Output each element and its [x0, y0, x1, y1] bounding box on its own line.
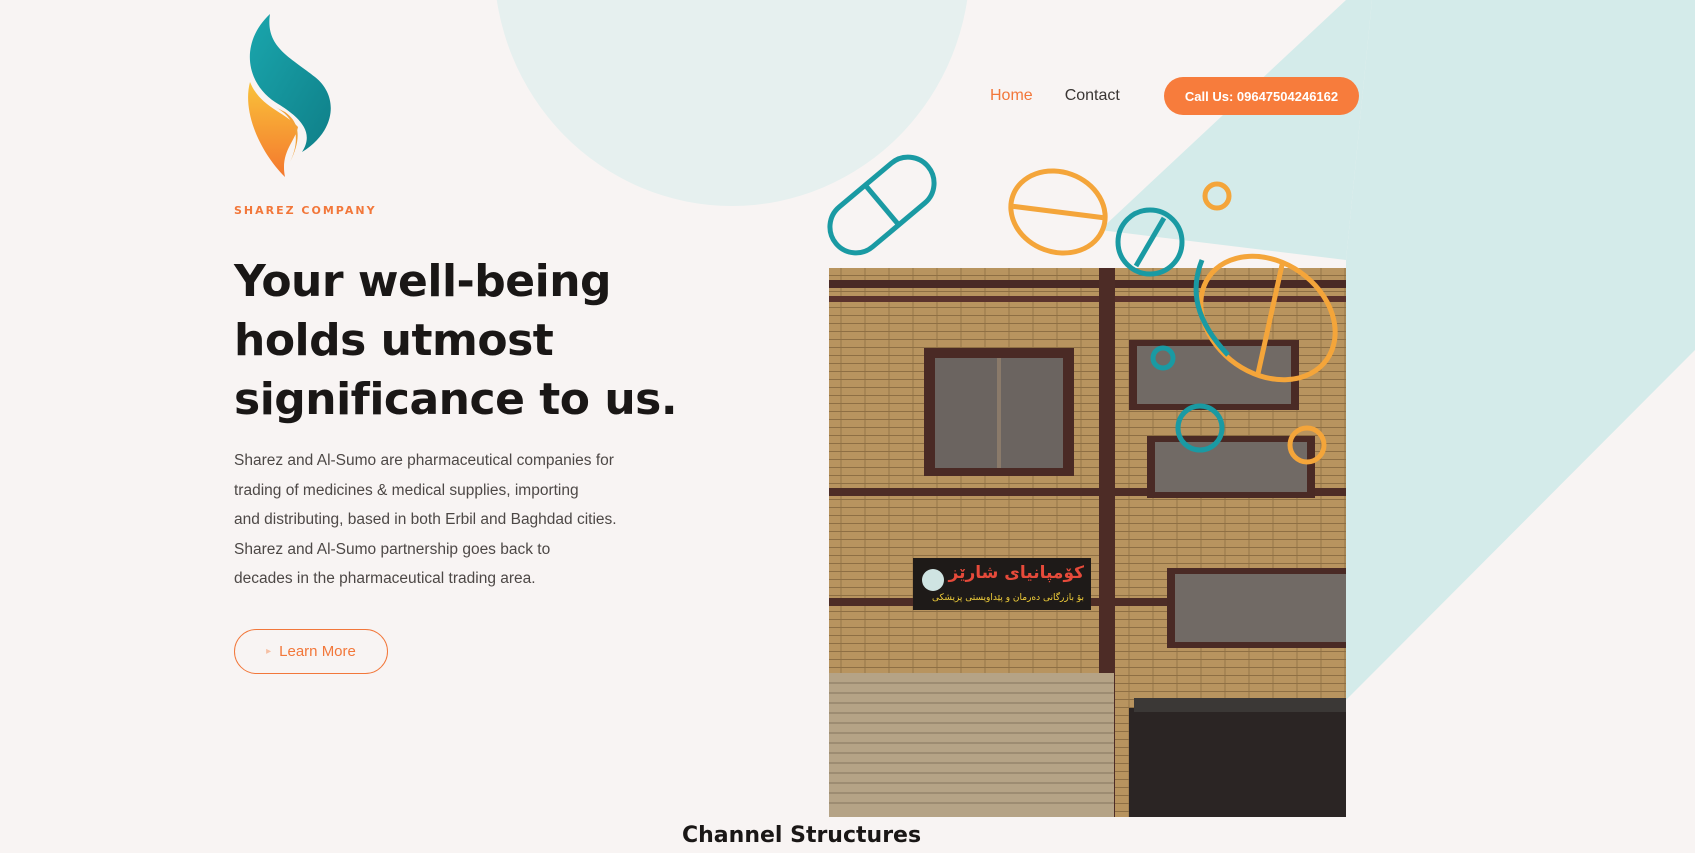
description-line: Sharez and Al-Sumo are pharmaceutical co…	[234, 452, 614, 469]
call-us-button[interactable]: Call Us: 09647504246162	[1164, 77, 1359, 115]
headline-line-2: holds utmost	[234, 315, 554, 366]
description-line: and distributing, based in both Erbil an…	[234, 511, 617, 528]
main-nav: Home Contact	[990, 77, 1152, 115]
hero-description: Sharez and Al-Sumo are pharmaceutical co…	[234, 446, 654, 594]
chevron-right-icon: ▸	[266, 646, 272, 657]
brand-name: SHAREZ COMPANY	[234, 204, 377, 217]
description-line: decades in the pharmaceutical trading ar…	[234, 570, 536, 587]
section-title: Channel Structures	[682, 823, 922, 848]
description-line: trading of medicines & medical supplies,…	[234, 481, 579, 499]
learn-more-button[interactable]: ▸ Learn More	[234, 629, 388, 674]
sign-title: کۆمپانیای شارێز	[948, 563, 1085, 583]
building-illustration: کۆمپانیای شارێز بۆ بازرگانی دەرمان و پێد…	[829, 268, 1346, 817]
sign-subtitle: بۆ بازرگانی دەرمان و پێداویستی پزیشکی	[932, 591, 1084, 603]
nav-contact-link[interactable]: Contact	[1065, 87, 1120, 105]
background-circle	[494, 0, 970, 206]
headline-line-1: Your well-being	[234, 256, 612, 307]
learn-more-label: Learn More	[279, 643, 356, 660]
nav-home-link[interactable]: Home	[990, 87, 1033, 105]
hero-headline: Your well-being holds utmost significanc…	[234, 252, 714, 429]
headline-line-3: significance to us.	[234, 374, 678, 425]
description-line: Sharez and Al-Sumo partnership goes back…	[234, 540, 551, 558]
building-photo: کۆمپانیای شارێز بۆ بازرگانی دەرمان و پێد…	[829, 268, 1346, 817]
flame-logo-icon	[248, 14, 331, 177]
